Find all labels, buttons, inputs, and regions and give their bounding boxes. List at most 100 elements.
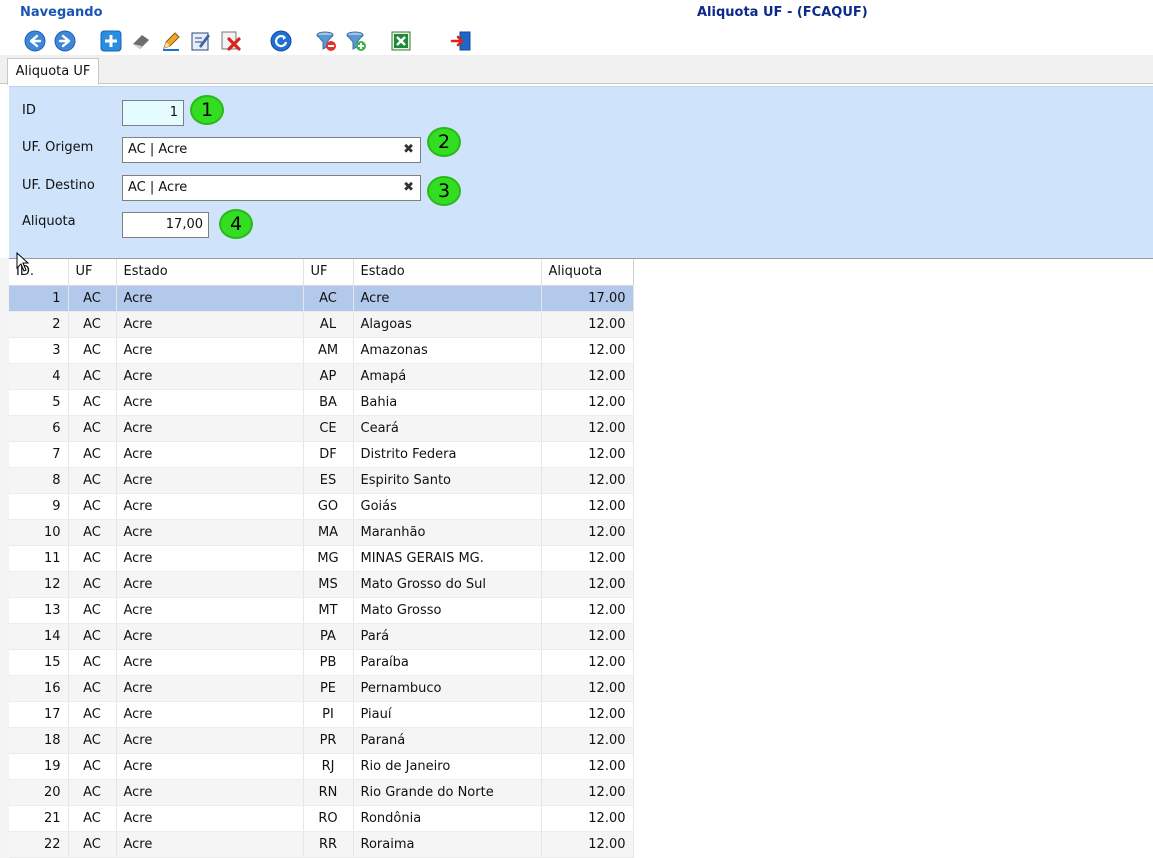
table-row[interactable]: 17 AC Acre PI Piauí 12.00 [9,701,634,728]
arrow-right-icon[interactable] [52,28,77,53]
column-header-uf-origem[interactable]: UF [68,259,117,286]
cell-uf-destino: RJ [303,753,354,780]
cell-uf-origem: AC [68,389,117,416]
filter-remove-icon[interactable] [313,28,338,53]
table-row[interactable]: 10 AC Acre MA Maranhão 12.00 [9,519,634,546]
id-field[interactable]: 1 [122,100,184,126]
uf-destino-value: AC | Acre [128,180,188,195]
cell-estado-origem: Acre [116,727,304,754]
cell-uf-origem: AC [68,701,117,728]
cell-estado-origem: Acre [116,285,304,312]
cell-uf-destino: AL [303,311,354,338]
cell-uf-origem: AC [68,545,117,572]
column-header-aliquota[interactable]: Aliquota [541,259,634,286]
cell-id: 3 [9,337,69,364]
table-row[interactable]: 5 AC Acre BA Bahia 12.00 [9,389,634,416]
table-row[interactable]: 22 AC Acre RR Roraima 12.00 [9,831,634,858]
table-row[interactable]: 14 AC Acre PA Pará 12.00 [9,623,634,650]
uf-destino-label: UF. Destino [22,178,95,193]
table-row[interactable]: 3 AC Acre AM Amazonas 12.00 [9,337,634,364]
delete-icon[interactable] [218,28,243,53]
cell-uf-destino: MS [303,571,354,598]
tab-aliquota-uf[interactable]: Aliquota UF [7,58,99,85]
eraser-icon[interactable] [128,28,153,53]
cell-estado-destino: Pará [353,623,542,650]
table-row[interactable]: 13 AC Acre MT Mato Grosso 12.00 [9,597,634,624]
cell-id: 6 [9,415,69,442]
table-row[interactable]: 1 AC Acre AC Acre 17.00 [9,285,634,312]
cell-estado-origem: Acre [116,701,304,728]
table-row[interactable]: 2 AC Acre AL Alagoas 12.00 [9,311,634,338]
cell-estado-destino: Amapá [353,363,542,390]
cell-uf-origem: AC [68,363,117,390]
cell-id: 20 [9,779,69,806]
cell-uf-origem: AC [68,467,117,494]
cell-estado-origem: Acre [116,519,304,546]
cell-uf-origem: AC [68,623,117,650]
clear-uf-origem-icon[interactable]: ✖ [403,138,414,162]
cell-id: 16 [9,675,69,702]
excel-icon[interactable] [388,28,413,53]
column-header-estado-destino[interactable]: Estado [353,259,542,286]
cell-uf-origem: AC [68,571,117,598]
cell-estado-origem: Acre [116,649,304,676]
cell-estado-destino: Alagoas [353,311,542,338]
cell-uf-destino: PI [303,701,354,728]
cell-aliquota: 12.00 [541,675,634,702]
cell-uf-origem: AC [68,649,117,676]
add-icon[interactable] [98,28,123,53]
table-row[interactable]: 21 AC Acre RO Rondônia 12.00 [9,805,634,832]
table-row[interactable]: 11 AC Acre MG MINAS GERAIS MG. 12.00 [9,545,634,572]
toolbar [10,27,510,55]
exit-icon[interactable] [448,28,473,53]
cell-uf-origem: AC [68,493,117,520]
cell-uf-origem: AC [68,805,117,832]
grid-left-strip [0,258,9,858]
edit-document-icon[interactable] [188,28,213,53]
table-row[interactable]: 8 AC Acre ES Espirito Santo 12.00 [9,467,634,494]
table-row[interactable]: 12 AC Acre MS Mato Grosso do Sul 12.00 [9,571,634,598]
table-row[interactable]: 20 AC Acre RN Rio Grande do Norte 12.00 [9,779,634,806]
arrow-left-icon[interactable] [22,28,47,53]
table-row[interactable]: 16 AC Acre PE Pernambuco 12.00 [9,675,634,702]
uf-origem-label: UF. Origem [22,140,94,155]
uf-origem-field[interactable]: AC | Acre ✖ [122,137,421,163]
cell-uf-destino: PA [303,623,354,650]
cell-aliquota: 12.00 [541,519,634,546]
table-row[interactable]: 6 AC Acre CE Ceará 12.00 [9,415,634,442]
table-row[interactable]: 7 AC Acre DF Distrito Federa 12.00 [9,441,634,468]
column-header-uf-destino[interactable]: UF [303,259,354,286]
cell-uf-origem: AC [68,597,117,624]
table-row[interactable]: 4 AC Acre AP Amapá 12.00 [9,363,634,390]
cell-estado-origem: Acre [116,337,304,364]
cell-uf-origem: AC [68,441,117,468]
clear-uf-destino-icon[interactable]: ✖ [403,176,414,200]
cell-estado-origem: Acre [116,467,304,494]
cell-estado-origem: Acre [116,545,304,572]
data-grid: ID. UF Estado UF Estado Aliquota 1 AC Acre… [9,258,1153,858]
cell-estado-destino: Piauí [353,701,542,728]
toolbar-separator [304,29,305,53]
step-badge-1: 1 [190,95,224,125]
cell-id: 1 [9,285,69,312]
refresh-icon[interactable] [268,28,293,53]
table-row[interactable]: 19 AC Acre RJ Rio de Janeiro 12.00 [9,753,634,780]
cell-uf-origem: AC [68,675,117,702]
table-header-row: ID. UF Estado UF Estado Aliquota [9,259,634,286]
uf-destino-field[interactable]: AC | Acre ✖ [122,175,421,201]
table-row[interactable]: 18 AC Acre PR Paraná 12.00 [9,727,634,754]
mouse-cursor-icon [16,252,30,272]
pencil-icon[interactable] [158,28,183,53]
cell-aliquota: 12.00 [541,545,634,572]
cell-aliquota: 12.00 [541,597,634,624]
aliquota-field[interactable]: 17,00 [122,212,209,238]
cell-uf-destino: BA [303,389,354,416]
cell-aliquota: 12.00 [541,389,634,416]
column-header-estado-origem[interactable]: Estado [116,259,304,286]
step-badge-2: 2 [427,127,461,157]
table-row[interactable]: 15 AC Acre PB Paraíba 12.00 [9,649,634,676]
filter-add-icon[interactable] [343,28,368,53]
table-row[interactable]: 9 AC Acre GO Goiás 12.00 [9,493,634,520]
toolbar-separator [424,29,425,53]
cell-uf-origem: AC [68,415,117,442]
